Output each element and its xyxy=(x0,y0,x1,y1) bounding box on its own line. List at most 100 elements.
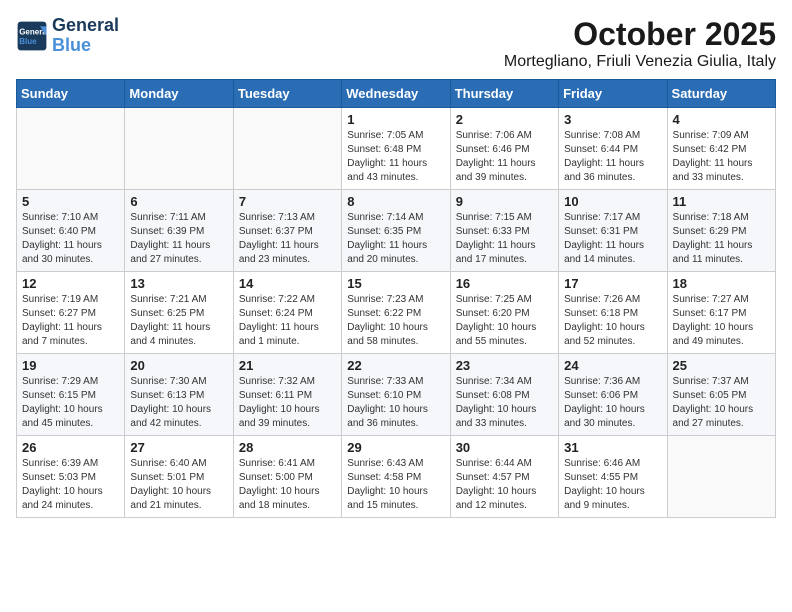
weekday-header-tuesday: Tuesday xyxy=(233,80,341,108)
calendar-cell: 12 Sunrise: 7:19 AM Sunset: 6:27 PM Dayli… xyxy=(17,272,125,354)
calendar-table: SundayMondayTuesdayWednesdayThursdayFrid… xyxy=(16,79,776,518)
day-info: Sunrise: 7:09 AM Sunset: 6:42 PM Dayligh… xyxy=(673,129,770,185)
calendar-cell: 29Sunrise: 6:43 AM Sunset: 4:58 PM Dayli… xyxy=(342,436,450,518)
calendar-cell: 25 Sunrise: 7:37 AM Sunset: 6:05 PM Dayli… xyxy=(667,354,775,436)
calendar-week-5: 26 Sunrise: 6:39 AM Sunset: 5:03 PM Dayli… xyxy=(17,436,776,518)
day-info: Sunrise: 6:40 AM Sunset: 5:01 PM Dayligh… xyxy=(130,457,227,513)
day-info: Sunrise: 7:06 AM Sunset: 6:46 PM Dayligh… xyxy=(456,129,553,185)
weekday-header-friday: Friday xyxy=(559,80,667,108)
day-info: Sunrise: 6:43 AM Sunset: 4:58 PM Dayligh… xyxy=(347,457,444,513)
logo-text-general: General xyxy=(52,16,119,36)
calendar-cell: 23Sunrise: 7:34 AM Sunset: 6:08 PM Dayli… xyxy=(450,354,558,436)
day-number: 18 xyxy=(673,276,770,291)
day-number: 16 xyxy=(456,276,553,291)
day-info: Sunrise: 7:14 AM Sunset: 6:35 PM Dayligh… xyxy=(347,211,444,267)
day-number: 30 xyxy=(456,440,553,455)
day-number: 17 xyxy=(564,276,661,291)
day-info: Sunrise: 6:44 AM Sunset: 4:57 PM Dayligh… xyxy=(456,457,553,513)
day-number: 10 xyxy=(564,194,661,209)
calendar-cell: 20 Sunrise: 7:30 AM Sunset: 6:13 PM Dayli… xyxy=(125,354,233,436)
svg-text:Blue: Blue xyxy=(19,37,37,46)
weekday-header-sunday: Sunday xyxy=(17,80,125,108)
day-number: 25 xyxy=(673,358,770,373)
day-info: Sunrise: 7:29 AM Sunset: 6:15 PM Dayligh… xyxy=(22,375,119,431)
calendar-cell: 9 Sunrise: 7:15 AM Sunset: 6:33 PM Daylig… xyxy=(450,190,558,272)
day-number: 26 xyxy=(22,440,119,455)
day-number: 24 xyxy=(564,358,661,373)
day-info: Sunrise: 7:37 AM Sunset: 6:05 PM Dayligh… xyxy=(673,375,770,431)
day-number: 31 xyxy=(564,440,661,455)
day-number: 2 xyxy=(456,112,553,127)
logo-icon: General Blue xyxy=(16,20,48,52)
day-info: Sunrise: 6:46 AM Sunset: 4:55 PM Dayligh… xyxy=(564,457,661,513)
weekday-header-monday: Monday xyxy=(125,80,233,108)
calendar-cell: 10 Sunrise: 7:17 AM Sunset: 6:31 PM Dayli… xyxy=(559,190,667,272)
calendar-cell: 17 Sunrise: 7:26 AM Sunset: 6:18 PM Dayli… xyxy=(559,272,667,354)
calendar-cell: 2 Sunrise: 7:06 AM Sunset: 6:46 PM Daylig… xyxy=(450,108,558,190)
calendar-cell: 18 Sunrise: 7:27 AM Sunset: 6:17 PM Dayli… xyxy=(667,272,775,354)
calendar-cell: 30 Sunrise: 6:44 AM Sunset: 4:57 PM Dayli… xyxy=(450,436,558,518)
day-number: 19 xyxy=(22,358,119,373)
day-number: 28 xyxy=(239,440,336,455)
calendar-cell: 8 Sunrise: 7:14 AM Sunset: 6:35 PM Daylig… xyxy=(342,190,450,272)
day-number: 21 xyxy=(239,358,336,373)
calendar-cell: 31 Sunrise: 6:46 AM Sunset: 4:55 PM Dayli… xyxy=(559,436,667,518)
day-number: 1 xyxy=(347,112,444,127)
day-info: Sunrise: 7:21 AM Sunset: 6:25 PM Dayligh… xyxy=(130,293,227,349)
day-info: Sunrise: 7:18 AM Sunset: 6:29 PM Dayligh… xyxy=(673,211,770,267)
calendar-cell xyxy=(17,108,125,190)
day-info: Sunrise: 7:36 AM Sunset: 6:06 PM Dayligh… xyxy=(564,375,661,431)
calendar-cell: 16 Sunrise: 7:25 AM Sunset: 6:20 PM Dayli… xyxy=(450,272,558,354)
day-info: Sunrise: 7:33 AM Sunset: 6:10 PM Dayligh… xyxy=(347,375,444,431)
day-number: 12 xyxy=(22,276,119,291)
day-info: Sunrise: 7:17 AM Sunset: 6:31 PM Dayligh… xyxy=(564,211,661,267)
calendar-cell: 28 Sunrise: 6:41 AM Sunset: 5:00 PM Dayli… xyxy=(233,436,341,518)
day-number: 7 xyxy=(239,194,336,209)
calendar-cell: 15Sunrise: 7:23 AM Sunset: 6:22 PM Dayli… xyxy=(342,272,450,354)
logo: General Blue General Blue xyxy=(16,16,119,56)
calendar-cell: 3Sunrise: 7:08 AM Sunset: 6:44 PM Daylig… xyxy=(559,108,667,190)
day-info: Sunrise: 6:39 AM Sunset: 5:03 PM Dayligh… xyxy=(22,457,119,513)
day-info: Sunrise: 7:26 AM Sunset: 6:18 PM Dayligh… xyxy=(564,293,661,349)
day-info: Sunrise: 7:25 AM Sunset: 6:20 PM Dayligh… xyxy=(456,293,553,349)
day-info: Sunrise: 7:32 AM Sunset: 6:11 PM Dayligh… xyxy=(239,375,336,431)
day-number: 20 xyxy=(130,358,227,373)
day-info: Sunrise: 7:11 AM Sunset: 6:39 PM Dayligh… xyxy=(130,211,227,267)
day-info: Sunrise: 7:30 AM Sunset: 6:13 PM Dayligh… xyxy=(130,375,227,431)
calendar-cell: 11 Sunrise: 7:18 AM Sunset: 6:29 PM Dayli… xyxy=(667,190,775,272)
calendar-cell: 14 Sunrise: 7:22 AM Sunset: 6:24 PM Dayli… xyxy=(233,272,341,354)
month-title: October 2025 xyxy=(504,16,776,53)
day-info: Sunrise: 7:15 AM Sunset: 6:33 PM Dayligh… xyxy=(456,211,553,267)
calendar-cell: 1 Sunrise: 7:05 AM Sunset: 6:48 PM Daylig… xyxy=(342,108,450,190)
day-info: Sunrise: 7:08 AM Sunset: 6:44 PM Dayligh… xyxy=(564,129,661,185)
day-info: Sunrise: 7:19 AM Sunset: 6:27 PM Dayligh… xyxy=(22,293,119,349)
page-header: General Blue General Blue October 2025 M… xyxy=(16,16,776,71)
day-number: 27 xyxy=(130,440,227,455)
day-number: 8 xyxy=(347,194,444,209)
day-number: 22 xyxy=(347,358,444,373)
weekday-header-wednesday: Wednesday xyxy=(342,80,450,108)
day-number: 11 xyxy=(673,194,770,209)
day-info: Sunrise: 7:13 AM Sunset: 6:37 PM Dayligh… xyxy=(239,211,336,267)
calendar-week-1: 1 Sunrise: 7:05 AM Sunset: 6:48 PM Daylig… xyxy=(17,108,776,190)
weekday-header-saturday: Saturday xyxy=(667,80,775,108)
calendar-cell xyxy=(125,108,233,190)
day-info: Sunrise: 7:23 AM Sunset: 6:22 PM Dayligh… xyxy=(347,293,444,349)
day-info: Sunrise: 7:22 AM Sunset: 6:24 PM Dayligh… xyxy=(239,293,336,349)
day-number: 13 xyxy=(130,276,227,291)
weekday-header-thursday: Thursday xyxy=(450,80,558,108)
day-info: Sunrise: 7:34 AM Sunset: 6:08 PM Dayligh… xyxy=(456,375,553,431)
calendar-cell: 5Sunrise: 7:10 AM Sunset: 6:40 PM Daylig… xyxy=(17,190,125,272)
calendar-cell: 22 Sunrise: 7:33 AM Sunset: 6:10 PM Dayli… xyxy=(342,354,450,436)
day-info: Sunrise: 6:41 AM Sunset: 5:00 PM Dayligh… xyxy=(239,457,336,513)
calendar-body: 1 Sunrise: 7:05 AM Sunset: 6:48 PM Daylig… xyxy=(17,108,776,518)
day-info: Sunrise: 7:05 AM Sunset: 6:48 PM Dayligh… xyxy=(347,129,444,185)
logo-text-blue: Blue xyxy=(52,36,119,56)
calendar-cell: 6Sunrise: 7:11 AM Sunset: 6:39 PM Daylig… xyxy=(125,190,233,272)
calendar-cell xyxy=(667,436,775,518)
day-number: 9 xyxy=(456,194,553,209)
day-info: Sunrise: 7:27 AM Sunset: 6:17 PM Dayligh… xyxy=(673,293,770,349)
calendar-cell: 7 Sunrise: 7:13 AM Sunset: 6:37 PM Daylig… xyxy=(233,190,341,272)
day-number: 14 xyxy=(239,276,336,291)
calendar-cell: 27 Sunrise: 6:40 AM Sunset: 5:01 PM Dayli… xyxy=(125,436,233,518)
